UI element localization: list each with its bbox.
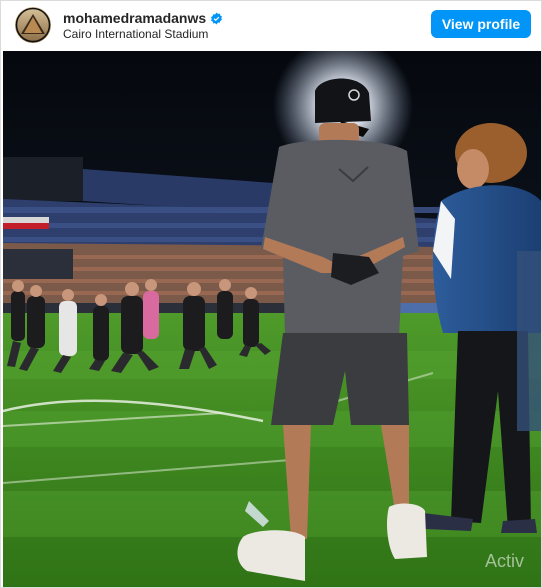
stadium-scene-image [3,51,541,587]
activate-windows-watermark: Activ [485,551,525,571]
post-photo[interactable] [3,51,541,587]
post-header: mohamedramadanws Cairo International Sta… [1,1,541,49]
view-profile-button[interactable]: View profile [431,10,531,38]
username-row[interactable]: mohamedramadanws [63,10,223,28]
avatar-image [15,7,51,43]
username[interactable]: mohamedramadanws [63,10,206,26]
verified-badge-icon [210,12,223,28]
location-link[interactable]: Cairo International Stadium [63,27,208,41]
profile-avatar[interactable] [15,7,51,43]
instagram-post-embed: mohamedramadanws Cairo International Sta… [0,0,542,588]
